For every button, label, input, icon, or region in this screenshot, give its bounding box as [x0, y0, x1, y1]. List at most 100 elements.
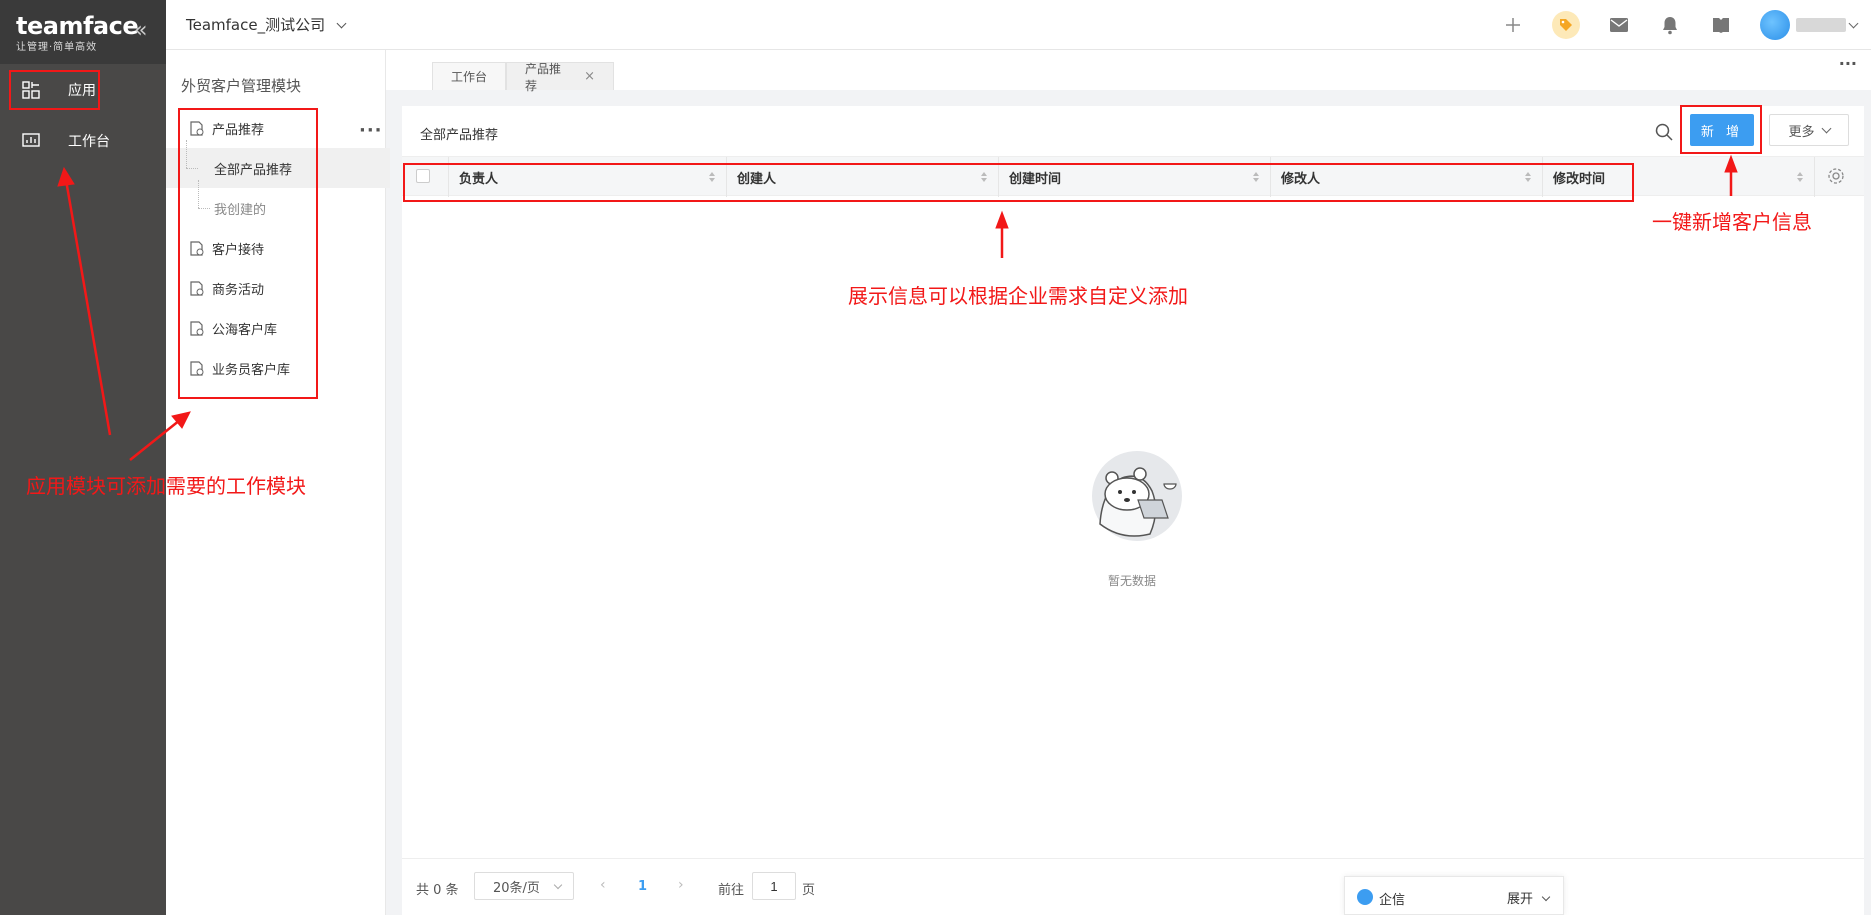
tabs-bar: 工作台 产品推荐 ×: [386, 50, 1871, 93]
chevron-down-icon: [553, 880, 563, 890]
sort-icon[interactable]: [1796, 171, 1804, 183]
brand-logo[interactable]: teamface: [16, 12, 139, 40]
user-menu[interactable]: [1760, 10, 1859, 40]
select-all-checkbox[interactable]: [416, 169, 430, 183]
column-header-creator[interactable]: 创建人: [726, 157, 998, 197]
column-label: 负责人: [459, 171, 499, 187]
empty-state-text: 暂无数据: [1107, 574, 1156, 588]
sort-icon[interactable]: [980, 171, 988, 183]
more-label: 更多: [1788, 124, 1815, 140]
nav-item-label: 工作台: [68, 134, 110, 150]
apps-grid-icon: [20, 81, 42, 99]
document-icon: [190, 320, 204, 336]
close-icon[interactable]: ×: [584, 69, 595, 84]
module-title: 外贸客户管理模块: [181, 77, 302, 95]
pagination-bar: 共 0 条 20条/页 ‹ 1 › 前往 页: [402, 858, 1864, 915]
page-title: 全部产品推荐: [420, 128, 499, 143]
chevron-down-icon: [1821, 123, 1831, 133]
module-item-label: 产品推荐: [212, 122, 265, 138]
chat-widget[interactable]: 企信 展开: [1344, 876, 1564, 915]
module-item-label: 业务员客户库: [212, 362, 291, 378]
chevron-down-icon: [1848, 18, 1859, 28]
module-item-label: 客户接待: [212, 242, 265, 258]
nav-item-apps[interactable]: 应用: [8, 70, 158, 110]
page-size-value: 20条/页: [493, 880, 540, 896]
tab-product[interactable]: 产品推荐 ×: [506, 62, 614, 93]
company-switcher[interactable]: Teamface_测试公司: [186, 14, 347, 35]
brand-slogan: 让管理·简单高效: [16, 42, 98, 53]
document-icon: [190, 240, 204, 256]
avatar: [1760, 10, 1790, 40]
expand-label: 展开: [1507, 892, 1534, 907]
collapse-sidebar-icon[interactable]: «: [134, 18, 147, 43]
sort-icon[interactable]: [1524, 171, 1532, 183]
top-bar: Teamface_测试公司: [166, 0, 1871, 50]
company-name: Teamface_测试公司: [186, 16, 326, 34]
chevron-down-icon: [336, 18, 347, 29]
module-item-label: 全部产品推荐: [214, 162, 293, 178]
module-item-label: 商务活动: [212, 282, 265, 298]
chat-label: 企信: [1379, 893, 1406, 908]
module-item-business[interactable]: 商务活动: [178, 268, 382, 308]
module-item-label: 我创建的: [214, 202, 267, 218]
column-header-created-time[interactable]: 创建时间: [998, 157, 1270, 197]
bell-icon[interactable]: [1658, 13, 1682, 37]
module-item-reception[interactable]: 客户接待: [178, 228, 382, 268]
annotation-text-center: 展示信息可以根据企业需求自定义添加: [848, 284, 1188, 308]
annotation-text-left: 应用模块可添加需要的工作模块: [26, 474, 306, 498]
column-label: 创建人: [737, 171, 777, 187]
top-actions: [1501, 0, 1871, 50]
nav-item-label: 应用: [68, 83, 96, 99]
module-item-sales-pool[interactable]: 业务员客户库: [178, 348, 382, 388]
chevron-down-icon: [1541, 892, 1551, 902]
column-header-modified-time[interactable]: 修改时间: [1542, 157, 1814, 197]
current-page[interactable]: 1: [638, 879, 647, 894]
tag-icon[interactable]: [1552, 11, 1580, 39]
more-dots-icon[interactable]: ···: [1839, 54, 1857, 73]
annotation-text-right: 一键新增客户信息: [1652, 210, 1812, 234]
module-item-public-pool[interactable]: 公海客户库: [178, 308, 382, 348]
total-count: 共 0 条: [416, 883, 459, 898]
goto-label: 前往: [718, 883, 745, 898]
table-header: 负责人 创建人 创建时间 修改人 修改时间: [402, 156, 1864, 197]
main-panel: 全部产品推荐 新 增 更多 负责人 创建人 创建时间 修改人 修改时间 暂无数据…: [402, 106, 1864, 915]
document-icon: [190, 360, 204, 376]
nav-item-workbench[interactable]: 工作台: [8, 121, 158, 161]
module-item-label: 公海客户库: [212, 322, 278, 338]
add-button[interactable]: 新 增: [1690, 114, 1754, 146]
user-name-blurred: [1796, 18, 1846, 32]
search-icon[interactable]: [1654, 122, 1674, 142]
plus-icon[interactable]: [1501, 13, 1525, 37]
chat-expand-button[interactable]: 展开: [1507, 888, 1551, 907]
document-icon: [190, 120, 204, 136]
goto-page-input[interactable]: [752, 872, 796, 900]
mail-icon[interactable]: [1607, 13, 1631, 37]
more-dropdown[interactable]: 更多: [1769, 114, 1849, 146]
page-unit-label: 页: [802, 883, 816, 898]
module-item-product[interactable]: 产品推荐: [178, 108, 382, 148]
column-label: 修改人: [1281, 171, 1321, 187]
column-header-modifier[interactable]: 修改人: [1270, 157, 1542, 197]
logo-area: teamface 让管理·简单高效 «: [0, 0, 166, 64]
page-size-select[interactable]: 20条/页: [474, 872, 574, 900]
book-icon[interactable]: [1709, 13, 1733, 37]
column-header-owner[interactable]: 负责人: [448, 157, 726, 197]
module-subitem-all[interactable]: 全部产品推荐: [166, 140, 390, 188]
prev-page-button[interactable]: ‹: [600, 877, 606, 893]
chat-bubble-icon: [1357, 889, 1373, 905]
app-nav-sidebar: teamface 让管理·简单高效 « 应用 工作台: [0, 0, 166, 915]
tab-label: 工作台: [451, 70, 488, 84]
chart-icon: [20, 132, 42, 150]
empty-bear-illustration: [1092, 451, 1182, 541]
column-label: 修改时间: [1553, 171, 1606, 187]
gear-icon[interactable]: [1826, 166, 1846, 186]
document-icon: [190, 280, 204, 296]
sort-icon[interactable]: [708, 171, 716, 183]
module-subitem-mine[interactable]: 我创建的: [178, 180, 382, 228]
sort-icon[interactable]: [1252, 171, 1260, 183]
next-page-button[interactable]: ›: [678, 877, 684, 893]
tab-workbench[interactable]: 工作台: [432, 62, 506, 90]
tab-label: 产品推荐: [525, 61, 562, 93]
module-list: 产品推荐 全部产品推荐 我创建的 客户接待 商务活动 公海客户库 业务员客户库: [166, 108, 390, 388]
column-divider: [1814, 157, 1815, 197]
